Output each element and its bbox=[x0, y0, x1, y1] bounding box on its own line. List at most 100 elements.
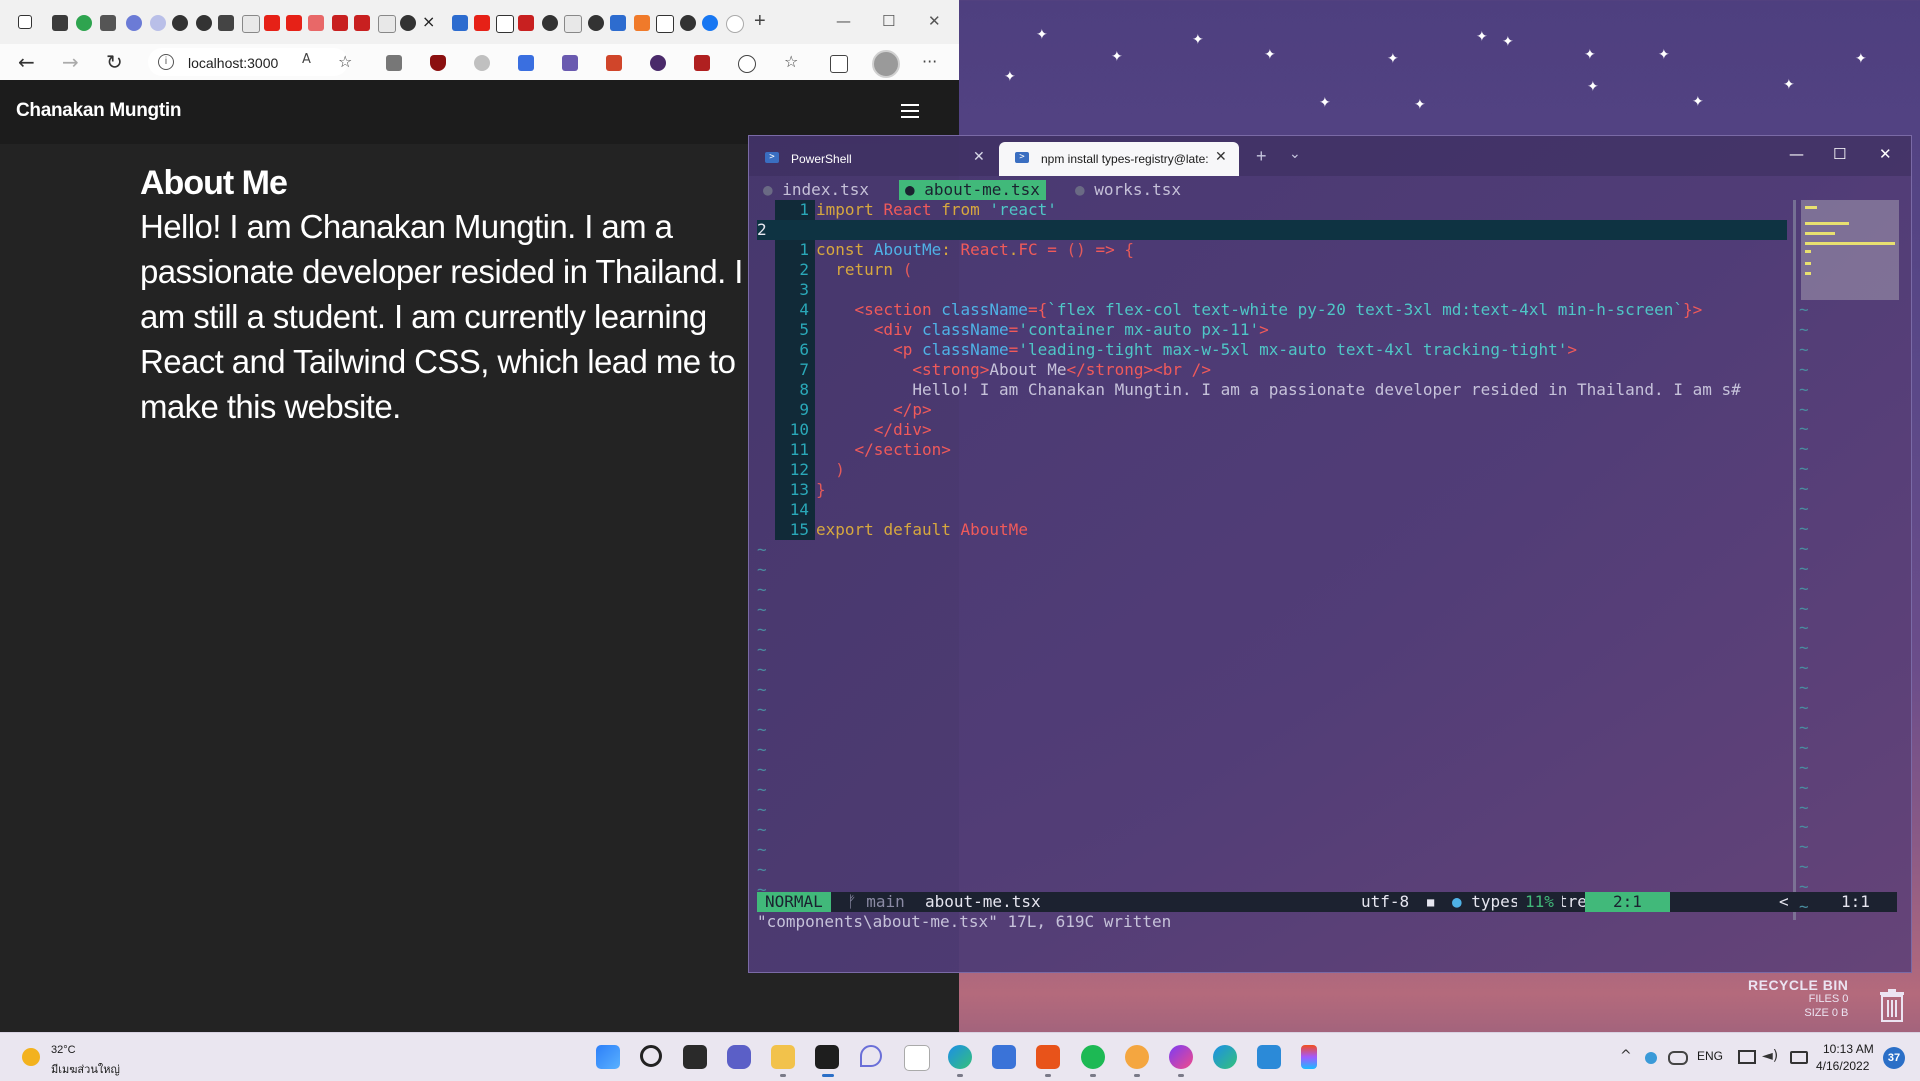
reload-button[interactable]: ↻ bbox=[106, 50, 123, 74]
close-button[interactable]: ✕ bbox=[1879, 145, 1892, 163]
app-icon[interactable] bbox=[860, 1045, 882, 1067]
tab-favicon[interactable] bbox=[150, 15, 166, 31]
tab-favicon[interactable] bbox=[242, 15, 260, 33]
tab-powershell[interactable]: > PowerShell ✕ bbox=[749, 142, 995, 176]
tab-favicon[interactable] bbox=[76, 15, 92, 31]
ublock-icon[interactable] bbox=[430, 55, 446, 71]
code-line[interactable]: 3 bbox=[757, 280, 1797, 300]
app-icon[interactable] bbox=[1125, 1045, 1149, 1069]
edge-icon[interactable] bbox=[1213, 1045, 1237, 1069]
google-icon[interactable] bbox=[726, 15, 744, 33]
code-line[interactable]: 13} bbox=[757, 480, 1797, 500]
code-line[interactable]: 11 </section> bbox=[757, 440, 1797, 460]
tab-dropdown-icon[interactable]: ⌄ bbox=[1289, 146, 1301, 162]
task-view-icon[interactable] bbox=[683, 1045, 707, 1069]
weather-temperature[interactable]: 32°C bbox=[51, 1044, 76, 1056]
app-icon[interactable] bbox=[904, 1045, 930, 1071]
spotify-icon[interactable] bbox=[1081, 1045, 1105, 1069]
tab-close-icon[interactable]: ✕ bbox=[1215, 149, 1227, 165]
github-icon[interactable] bbox=[680, 15, 696, 31]
extension-icon[interactable] bbox=[474, 55, 490, 71]
github-icon[interactable] bbox=[588, 15, 604, 31]
buffer-tab-active[interactable]: ● about-me.tsx bbox=[899, 180, 1046, 200]
file-explorer-icon[interactable] bbox=[771, 1045, 795, 1069]
tab-favicon[interactable] bbox=[308, 15, 324, 31]
youtube-icon[interactable] bbox=[286, 15, 302, 31]
github-icon[interactable] bbox=[196, 15, 212, 31]
tab-npm-install[interactable]: > npm install types-registry@late: ✕ bbox=[999, 142, 1239, 176]
maximize-button[interactable]: ☐ bbox=[1833, 145, 1846, 163]
vim-editor[interactable]: ● index.tsx ● about-me.tsx ● works.tsx 1… bbox=[757, 180, 1903, 970]
new-tab-button[interactable]: + bbox=[1256, 146, 1267, 167]
weather-sun-icon[interactable] bbox=[22, 1048, 40, 1066]
trash-icon[interactable] bbox=[1878, 988, 1906, 1022]
messenger-icon[interactable] bbox=[1169, 1045, 1193, 1069]
figma-icon[interactable] bbox=[1301, 1045, 1317, 1069]
maximize-button[interactable]: ☐ bbox=[882, 12, 895, 30]
youtube-icon[interactable] bbox=[264, 15, 280, 31]
code-line[interactable]: 1 const AboutMe: React.FC = () => { bbox=[757, 240, 1797, 260]
mail-icon[interactable] bbox=[1257, 1045, 1281, 1069]
onedrive-icon[interactable] bbox=[1668, 1051, 1688, 1065]
extensions-puzzle-icon[interactable] bbox=[738, 55, 756, 73]
minimize-button[interactable]: — bbox=[1789, 145, 1804, 163]
tab-favicon[interactable] bbox=[126, 15, 142, 31]
tray-app-icon[interactable] bbox=[1645, 1052, 1657, 1064]
code-line[interactable]: 10 </div> bbox=[757, 420, 1797, 440]
code-line[interactable]: 9 </p> bbox=[757, 400, 1797, 420]
input-language[interactable]: ENG bbox=[1697, 1049, 1723, 1063]
new-tab-button[interactable]: + bbox=[754, 10, 766, 33]
extension-icon[interactable] bbox=[562, 55, 578, 71]
forward-button[interactable]: → bbox=[62, 50, 79, 74]
code-line[interactable]: 2 bbox=[757, 220, 1797, 240]
notification-badge[interactable]: 37 bbox=[1883, 1047, 1905, 1069]
code-line[interactable]: 8 Hello! I am Chanakan Mungtin. I am a p… bbox=[757, 380, 1797, 400]
minimap[interactable] bbox=[1801, 200, 1899, 300]
code-line[interactable]: 2 return ( bbox=[757, 260, 1797, 280]
tab-favicon[interactable] bbox=[354, 15, 370, 31]
minimize-button[interactable]: — bbox=[836, 12, 851, 30]
code-line[interactable]: 5 <div className='container mx-auto px-1… bbox=[757, 320, 1797, 340]
tab-favicon[interactable] bbox=[332, 15, 348, 31]
clock-date[interactable]: 4/16/2022 bbox=[1816, 1059, 1869, 1073]
network-icon[interactable] bbox=[1738, 1050, 1756, 1064]
facebook-icon[interactable] bbox=[702, 15, 718, 31]
wikipedia-icon[interactable] bbox=[656, 15, 674, 33]
tab-favicon[interactable] bbox=[496, 15, 514, 33]
hamburger-menu-icon[interactable] bbox=[901, 104, 919, 118]
code-line[interactable]: 4 <section className={`flex flex-col tex… bbox=[757, 300, 1797, 320]
tray-chevron-icon[interactable]: ^ bbox=[1620, 1048, 1632, 1064]
extension-icon[interactable] bbox=[694, 55, 710, 71]
extension-icon[interactable] bbox=[606, 55, 622, 71]
buffer-tab[interactable]: ● index.tsx bbox=[757, 180, 875, 200]
terminal-icon[interactable] bbox=[815, 1045, 839, 1069]
code-area[interactable]: 1 import React from 'react' 2 1 const AboutM… bbox=[757, 200, 1797, 899]
tab-close-icon[interactable]: ✕ bbox=[973, 149, 985, 165]
github-icon[interactable] bbox=[400, 15, 416, 31]
tab-close-icon[interactable]: × bbox=[422, 12, 435, 31]
app-icon[interactable] bbox=[1036, 1045, 1060, 1069]
code-line[interactable]: 7 <strong>About Me</strong><br /> bbox=[757, 360, 1797, 380]
code-line[interactable]: 1 import React from 'react' bbox=[757, 200, 1797, 220]
code-line[interactable]: 14 bbox=[757, 500, 1797, 520]
tab-favicon[interactable] bbox=[378, 15, 396, 33]
code-line[interactable]: 12 ) bbox=[757, 460, 1797, 480]
weather-description[interactable]: มีเมฆส่วนใหญ่ bbox=[51, 1060, 120, 1078]
close-button[interactable]: ✕ bbox=[928, 12, 941, 30]
battery-icon[interactable] bbox=[1790, 1051, 1808, 1064]
clock-time[interactable]: 10:13 AM bbox=[1823, 1042, 1874, 1056]
tab-actions-icon[interactable] bbox=[18, 15, 32, 29]
favorites-icon[interactable]: ☆ bbox=[784, 52, 798, 71]
extension-icon[interactable] bbox=[386, 55, 402, 71]
tab-favicon[interactable] bbox=[100, 15, 116, 31]
code-line[interactable]: 15 export default AboutMe bbox=[757, 520, 1797, 540]
github-icon[interactable] bbox=[542, 15, 558, 31]
tab-favicon[interactable] bbox=[218, 15, 234, 31]
edge-icon[interactable] bbox=[948, 1045, 972, 1069]
profile-avatar[interactable] bbox=[872, 50, 900, 78]
tab-favicon[interactable] bbox=[452, 15, 468, 31]
search-icon[interactable] bbox=[640, 1045, 662, 1067]
github-icon[interactable] bbox=[172, 15, 188, 31]
tab-favicon[interactable] bbox=[610, 15, 626, 31]
site-info-icon[interactable]: i bbox=[158, 54, 174, 70]
